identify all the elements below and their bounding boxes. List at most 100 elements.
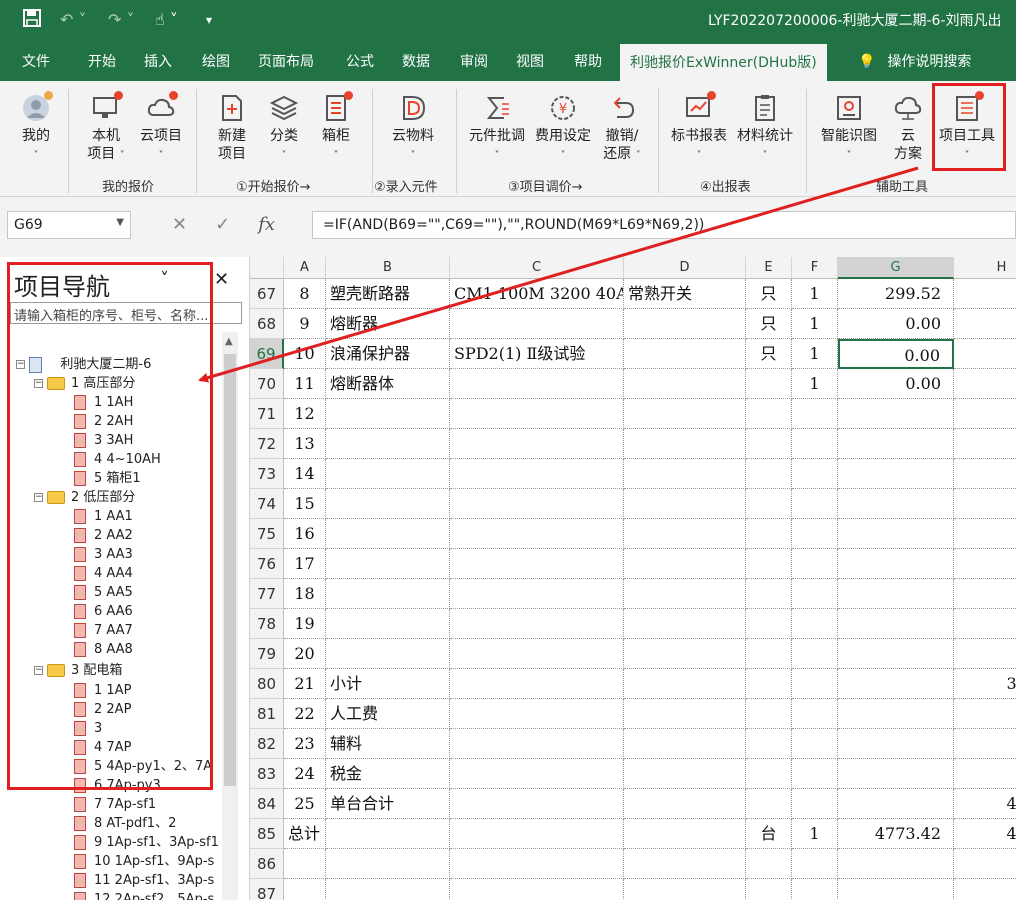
table-cell[interactable] <box>792 639 838 669</box>
tree-item[interactable]: 11 2Ap-sf1、3Ap-s <box>74 871 220 890</box>
table-cell[interactable] <box>792 609 838 639</box>
table-cell[interactable]: 299.52 <box>838 279 954 309</box>
column-header[interactable]: F <box>792 257 838 279</box>
table-cell[interactable]: 1 <box>792 369 838 399</box>
table-cell[interactable]: 16 <box>284 519 326 549</box>
table-cell[interactable]: 塑壳断路器 <box>326 279 450 309</box>
row-header[interactable]: 79 <box>250 639 284 669</box>
table-cell[interactable]: 0.00 <box>838 309 954 339</box>
row-header[interactable]: 86 <box>250 849 284 879</box>
table-cell[interactable] <box>450 579 624 609</box>
material-stats-button[interactable]: 材料统计 ˅ <box>732 93 798 163</box>
tab-review[interactable]: 审阅 <box>460 51 488 71</box>
table-cell[interactable] <box>954 309 1016 339</box>
table-cell[interactable] <box>284 879 326 900</box>
table-cell[interactable] <box>954 639 1016 669</box>
save-icon[interactable] <box>22 8 42 35</box>
table-cell[interactable]: 18 <box>284 579 326 609</box>
table-cell[interactable] <box>450 549 624 579</box>
table-cell[interactable] <box>838 459 954 489</box>
table-cell[interactable] <box>746 429 792 459</box>
select-all-corner[interactable] <box>250 257 284 279</box>
table-cell[interactable]: 浪涌保护器 <box>326 339 450 369</box>
table-cell[interactable]: 17 <box>954 729 1016 759</box>
table-cell[interactable]: 23 <box>284 729 326 759</box>
table-cell[interactable]: 381 <box>954 669 1016 699</box>
tab-help[interactable]: 帮助 <box>574 51 602 71</box>
table-cell[interactable] <box>792 759 838 789</box>
row-header[interactable]: 84 <box>250 789 284 819</box>
table-cell[interactable] <box>838 699 954 729</box>
table-cell[interactable] <box>624 759 746 789</box>
table-cell[interactable] <box>792 519 838 549</box>
table-cell[interactable] <box>624 429 746 459</box>
row-header[interactable]: 80 <box>250 669 284 699</box>
column-header[interactable]: G <box>838 257 954 279</box>
cloud-material-button[interactable]: 云物料 ˅ <box>386 93 440 163</box>
table-cell[interactable]: 人工费 <box>326 699 450 729</box>
table-cell[interactable] <box>792 399 838 429</box>
bid-report-button[interactable]: 标书报表 ˅ <box>666 91 732 163</box>
table-cell[interactable] <box>284 849 326 879</box>
table-cell[interactable] <box>450 819 624 849</box>
row-header[interactable]: 68 <box>250 309 284 339</box>
row-header[interactable]: 82 <box>250 729 284 759</box>
table-cell[interactable] <box>624 549 746 579</box>
table-cell[interactable] <box>450 609 624 639</box>
row-header[interactable]: 69 <box>250 339 284 369</box>
table-cell[interactable]: 477 <box>954 789 1016 819</box>
cloud-solution-button[interactable]: 云方案 <box>884 93 932 163</box>
customize-quick-access-icon[interactable]: ▾ <box>206 8 212 32</box>
table-cell[interactable] <box>838 549 954 579</box>
table-cell[interactable] <box>326 489 450 519</box>
table-cell[interactable] <box>450 519 624 549</box>
table-cell[interactable] <box>450 399 624 429</box>
table-cell[interactable] <box>746 369 792 399</box>
table-cell[interactable]: 熔断器 <box>326 309 450 339</box>
confirm-check-icon[interactable]: ✓ <box>215 214 230 235</box>
table-cell[interactable] <box>450 489 624 519</box>
row-header[interactable]: 74 <box>250 489 284 519</box>
tree-item[interactable]: 7 7Ap-sf1 <box>74 795 156 814</box>
table-cell[interactable]: 小计 <box>326 669 450 699</box>
undo-restore-button[interactable]: 撤销/还原 ˅ <box>596 93 648 163</box>
row-header[interactable]: 77 <box>250 579 284 609</box>
table-cell[interactable] <box>746 549 792 579</box>
row-header[interactable]: 87 <box>250 879 284 900</box>
table-cell[interactable] <box>326 429 450 459</box>
table-cell[interactable] <box>326 519 450 549</box>
table-cell[interactable] <box>746 669 792 699</box>
table-cell[interactable] <box>792 459 838 489</box>
table-cell[interactable] <box>624 519 746 549</box>
active-cell[interactable]: 0.00 <box>838 339 954 369</box>
table-cell[interactable] <box>838 639 954 669</box>
table-cell[interactable] <box>746 729 792 759</box>
table-cell[interactable] <box>450 699 624 729</box>
table-cell[interactable] <box>450 759 624 789</box>
table-cell[interactable] <box>792 729 838 759</box>
table-cell[interactable] <box>954 429 1016 459</box>
tab-draw[interactable]: 绘图 <box>202 51 230 71</box>
tab-insert[interactable]: 插入 <box>144 51 172 71</box>
table-cell[interactable]: 21 <box>284 669 326 699</box>
tab-data[interactable]: 数据 <box>402 51 430 71</box>
column-header[interactable]: B <box>326 257 450 279</box>
table-cell[interactable] <box>450 429 624 459</box>
insert-function-icon[interactable]: fx <box>258 214 275 235</box>
table-cell[interactable] <box>838 669 954 699</box>
table-cell[interactable] <box>792 579 838 609</box>
table-cell[interactable] <box>838 759 954 789</box>
redo-icon[interactable]: ↷ ˅ <box>108 8 135 32</box>
tree-item[interactable]: 10 1Ap-sf1、9Ap-s <box>74 852 220 871</box>
table-cell[interactable]: 1 <box>792 309 838 339</box>
table-cell[interactable] <box>746 459 792 489</box>
table-cell[interactable] <box>954 849 1016 879</box>
table-cell[interactable]: SPD2(1) Ⅱ级试验 <box>450 339 624 369</box>
table-cell[interactable] <box>838 399 954 429</box>
table-cell[interactable] <box>746 399 792 429</box>
table-cell[interactable] <box>838 729 954 759</box>
scroll-up-arrow-icon[interactable]: ▲ <box>225 336 233 347</box>
table-cell[interactable]: 0.00 <box>838 369 954 399</box>
tab-exwinner[interactable]: 利驰报价ExWinner(DHub版) <box>620 44 827 81</box>
local-project-button[interactable]: 本机 项目 ˅ <box>80 91 132 163</box>
